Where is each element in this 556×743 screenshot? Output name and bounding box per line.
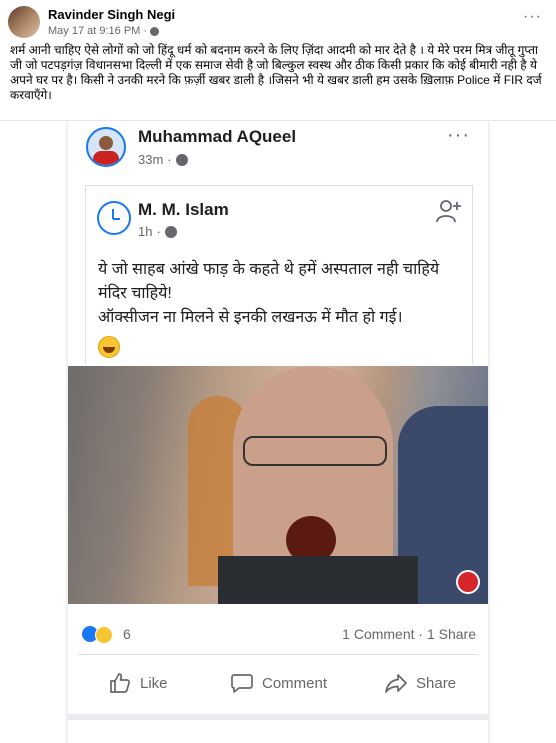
shared-post: M. M. Islam 1h · ये जो साहब आंखे फाड़ के… xyxy=(85,185,473,364)
like-label: Like xyxy=(140,674,168,692)
inner-post-meta: 33m · xyxy=(138,152,188,167)
laughing-emoji-icon xyxy=(98,336,120,358)
haha-reaction-icon xyxy=(95,626,113,644)
shared-post-meta: 1h · xyxy=(138,224,177,239)
shared-author-name: M. M. Islam xyxy=(138,200,229,219)
comment-bubble-icon xyxy=(231,674,253,693)
reactions-row: 6 1 Comment · 1 Share xyxy=(68,614,488,654)
shared-post-time: 1h xyxy=(138,224,153,239)
globe-icon xyxy=(175,153,188,166)
share-button: Share xyxy=(384,667,456,699)
author-name[interactable]: Ravinder Singh Negi xyxy=(48,7,175,22)
like-button: Like xyxy=(108,667,168,699)
inner-post-time: 33m xyxy=(138,152,164,167)
outer-post-header: Ravinder Singh Negi May 17 at 9:16 PM · … xyxy=(0,0,556,40)
meta-separator: · xyxy=(156,224,161,239)
globe-icon xyxy=(150,26,159,36)
post-timestamp[interactable]: May 17 at 9:16 PM xyxy=(48,25,140,37)
meta-separator: · xyxy=(143,25,147,37)
comment-share-count: 1 Comment · 1 Share xyxy=(342,626,476,642)
comment-label: Comment xyxy=(262,674,328,692)
screenshot-image[interactable]: Muhammad AQueel 33m · ··· M. M. Islam 1h… xyxy=(68,122,488,743)
thumbs-up-icon xyxy=(110,673,130,693)
divider xyxy=(0,120,556,121)
globe-icon xyxy=(164,225,177,238)
inner-menu-icon: ··· xyxy=(447,124,470,146)
inner-author-name: Muhammad AQueel xyxy=(138,127,297,146)
post-menu-button[interactable]: ··· xyxy=(523,8,542,26)
share-label: Share xyxy=(416,674,457,692)
post-text: शर्म आनी चाहिए ऐसे लोगों को जो हिंदू धर्… xyxy=(10,43,542,102)
comment-button: Comment xyxy=(230,667,327,699)
divider xyxy=(68,714,488,720)
author-avatar[interactable] xyxy=(8,6,40,38)
meta-separator: · xyxy=(167,152,172,167)
inner-author-avatar xyxy=(86,127,126,167)
post-photo xyxy=(68,366,488,604)
clock-avatar-icon xyxy=(97,201,131,235)
post-meta: May 17 at 9:16 PM · xyxy=(48,25,159,37)
divider xyxy=(78,654,478,655)
shared-post-text: ये जो साहब आंखे फाड़ के कहते थे हमें अस्… xyxy=(98,261,440,326)
reaction-count: 6 xyxy=(123,626,131,642)
add-friend-icon xyxy=(436,200,461,223)
reaction-badge-icon xyxy=(456,570,480,594)
share-arrow-icon xyxy=(385,674,407,693)
